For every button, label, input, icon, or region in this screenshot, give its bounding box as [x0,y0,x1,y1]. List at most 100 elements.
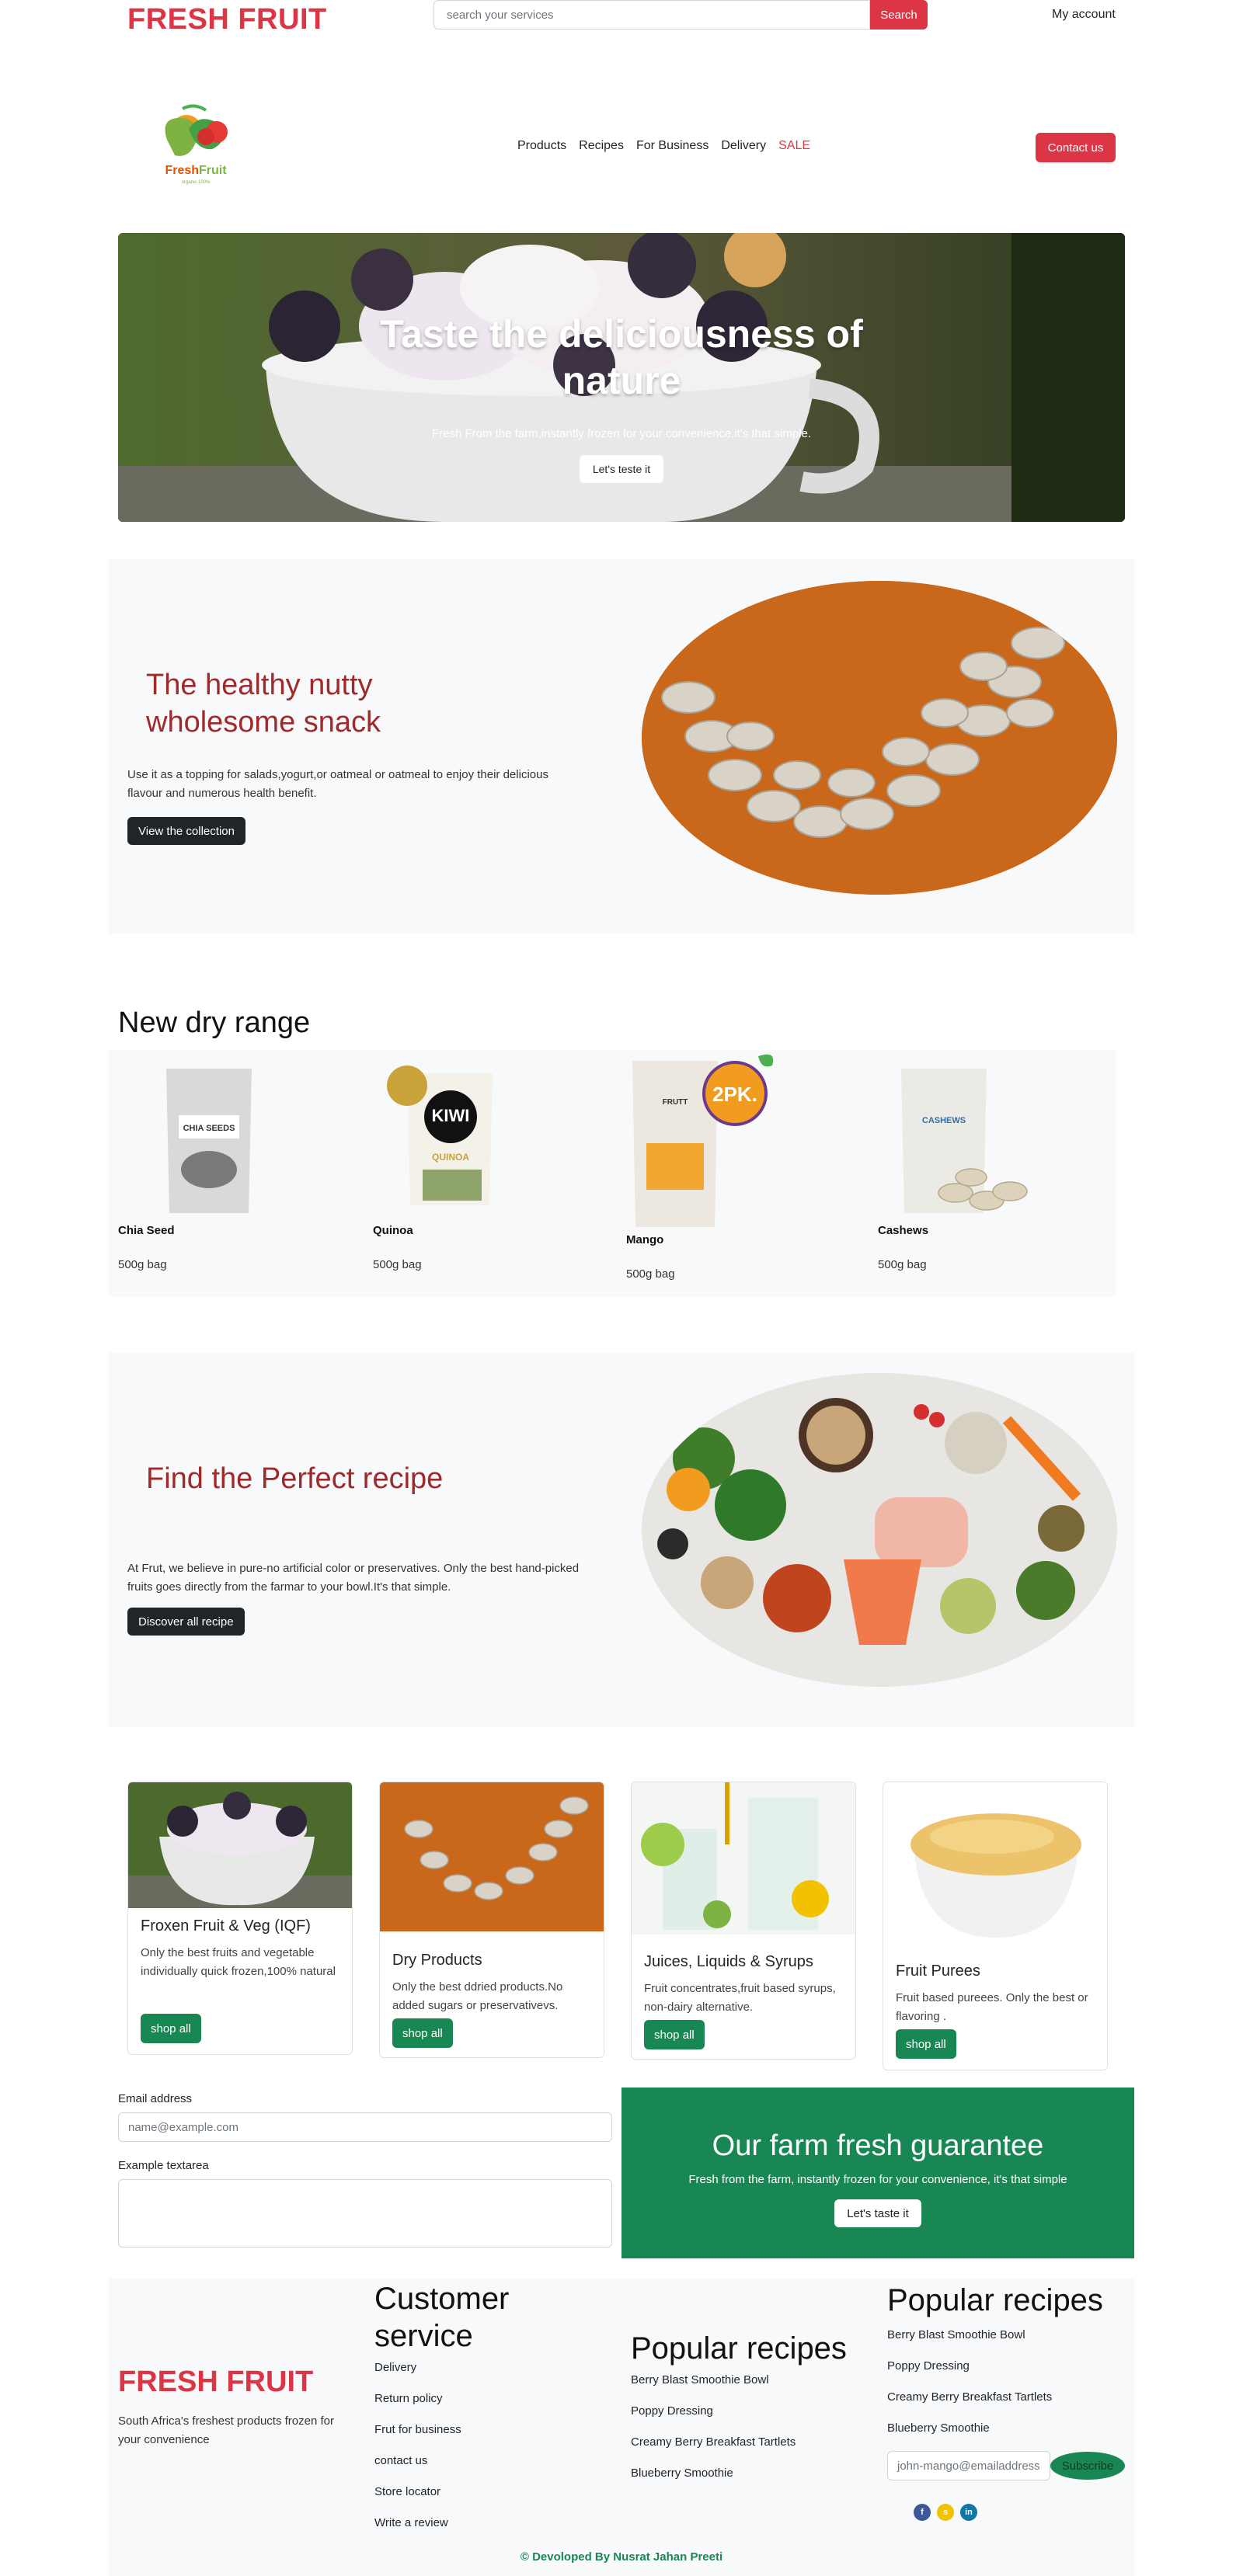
footer-link[interactable]: Berry Blast Smoothie Bowl [887,2328,1025,2341]
chia-seed-product-image[interactable]: CHIA SEEDS [158,1061,259,1217]
search-input[interactable]: search your services [433,0,870,30]
svg-text:QUINOA: QUINOA [432,1152,469,1163]
svg-text:CASHEWS: CASHEWS [922,1116,966,1125]
email-label: Email address [118,2092,193,2105]
nav-delivery[interactable]: Delivery [721,139,766,153]
search-button[interactable]: Search [870,0,928,30]
developer-credit: © Devoloped By Nusrat Jahan Preeti [520,2550,723,2564]
footer-link[interactable]: Poppy Dressing [887,2359,970,2373]
dry-item-name: Cashews [878,1224,929,1237]
dry-item-size: 500g bag [373,1258,422,1271]
customer-service-heading: Customer service [374,2282,510,2353]
card-title: Dry Products [392,1952,482,1969]
discover-recipes-button[interactable]: Discover all recipe [127,1608,245,1636]
dry-item-name: Chia Seed [118,1224,175,1237]
card-text: Only the best ddried products.No added s… [392,1980,563,2012]
footer-link[interactable]: contact us [374,2454,427,2467]
hero-subtitle: Fresh From the farm,instantly frozen for… [431,427,812,440]
nav-sale[interactable]: SALE [778,139,810,153]
category-card: Dry Products Only the best ddried produc… [379,1782,604,2058]
svg-text:FreshFruit: FreshFruit [165,164,227,177]
category-card: Fruit Purees Fruit based pureees. Only t… [883,1782,1108,2070]
linkedin-icon[interactable]: in [960,2504,977,2521]
nav-recipes[interactable]: Recipes [579,139,624,153]
card-text: Only the best fruits and vegetable indiv… [141,1946,336,1978]
footer-link[interactable]: Frut for business [374,2423,461,2436]
category-card: Juices, Liquids & Syrups Fruit concentra… [631,1782,856,2060]
footer-link[interactable]: Blueberry Smoothie [631,2466,733,2480]
shop-all-button[interactable]: shop all [896,2029,956,2059]
email-field[interactable]: name@example.com [118,2112,612,2142]
subscribe-button[interactable]: Subscribe [1050,2452,1125,2480]
dry-item-size: 500g bag [626,1267,675,1281]
nav-for-business[interactable]: For Business [636,139,709,153]
fruit-purees-image [883,1782,1107,1942]
shop-all-button[interactable]: shop all [141,2014,201,2043]
dry-item-name: Quinoa [373,1224,413,1237]
newsletter-email-input[interactable]: john-mango@emailaddress [887,2451,1050,2480]
footer-brand: FRESH FRUIT [118,2366,314,2398]
snack-title: The healthy nutty wholesome snack [146,669,381,739]
footer-link[interactable]: Delivery [374,2361,416,2374]
message-textarea[interactable] [118,2179,612,2247]
dry-range-list: CHIA SEEDS Chia Seed 500g bag KIWI QUINO… [109,1050,1116,1297]
hero-banner: Taste the deliciousness of nature Fresh … [118,233,1125,522]
taste-it-button[interactable]: Let's taste it [834,2199,921,2227]
ingredients-image [642,1373,1117,1687]
search-form: search your services Search [433,0,928,30]
snack-text: Use it as a topping for salads,yogurt,or… [127,768,548,800]
svg-text:organic 100%: organic 100% [182,180,211,185]
cashew-image [642,581,1117,895]
quinoa-product-image[interactable]: KIWI QUINOA [384,1061,500,1217]
dry-range-title: New dry range [118,1006,311,1039]
brand-logo-text[interactable]: FRESH FRUIT [127,3,327,37]
footer-link[interactable]: Return policy [374,2392,443,2405]
card-text: Fruit concentrates,fruit based syrups, n… [644,1982,836,2014]
view-collection-button[interactable]: View the collection [127,817,245,845]
frozen-fruit-image [128,1782,352,1908]
guarantee-subtitle: Fresh from the farm, instantly frozen fo… [688,2173,1067,2186]
footer-link[interactable]: Store locator [374,2485,440,2498]
recipe-title: Find the Perfect recipe [146,1462,444,1495]
fresh-fruit-logo[interactable]: FreshFruit organic 100% [151,101,241,193]
popular-recipes-heading: Popular recipes [887,2283,1103,2317]
card-title: Froxen Fruit & Veg (IQF) [141,1917,311,1935]
svg-text:CHIA SEEDS: CHIA SEEDS [183,1124,235,1133]
card-title: Juices, Liquids & Syrups [644,1953,813,1970]
shop-all-button[interactable]: shop all [644,2020,705,2049]
contact-button[interactable]: Contact us [1036,133,1116,162]
card-text: Fruit based pureees. Only the best or fl… [896,1991,1088,2023]
recipe-section: Find the Perfect recipe At Frut, we beli… [109,1353,1134,1727]
footer-link[interactable]: Berry Blast Smoothie Bowl [631,2373,769,2387]
snack-section: The healthy nutty wholesome snack Use it… [109,559,1134,933]
nav-products[interactable]: Products [517,139,566,153]
textarea-label: Example textarea [118,2159,209,2172]
facebook-icon[interactable]: f [914,2504,931,2521]
svg-text:2PK.: 2PK. [712,1083,757,1106]
card-title: Fruit Purees [896,1962,980,1980]
footer-link[interactable]: Creamy Berry Breakfast Tartlets [887,2390,1052,2404]
dry-products-image [380,1782,604,1931]
svg-text:FRUTT: FRUTT [663,1098,688,1107]
snapchat-icon[interactable]: s [937,2504,954,2521]
svg-text:KIWI: KIWI [432,1106,470,1125]
footer-tagline: South Africa's freshest products frozen … [118,2414,334,2446]
my-account-link[interactable]: My account [1052,8,1116,22]
dry-item-size: 500g bag [878,1258,927,1271]
category-card: Froxen Fruit & Veg (IQF) Only the best f… [127,1782,353,2055]
mango-product-image[interactable]: FRUTT 2PK. [625,1050,780,1232]
guarantee-title: Our farm fresh guarantee [712,2129,1044,2162]
juices-image [632,1782,855,1935]
cashews-product-image[interactable]: CASHEWS [893,1061,1041,1220]
hero-title: Taste the deliciousness of nature [380,312,863,402]
footer-link[interactable]: Blueberry Smoothie [887,2421,990,2435]
guarantee-banner: Our farm fresh guarantee Fresh from the … [622,2088,1134,2258]
footer-link[interactable]: Poppy Dressing [631,2404,713,2418]
shop-all-button[interactable]: shop all [392,2018,453,2048]
footer-link[interactable]: Write a review [374,2516,448,2529]
footer-link[interactable]: Creamy Berry Breakfast Tartlets [631,2435,796,2449]
hero-cta-button[interactable]: Let's teste it [580,455,663,483]
footer: FRESH FRUIT South Africa's freshest prod… [109,2279,1134,2576]
main-nav: Products Recipes For Business Delivery S… [517,139,810,153]
popular-recipes-heading: Popular recipes [631,2331,847,2366]
